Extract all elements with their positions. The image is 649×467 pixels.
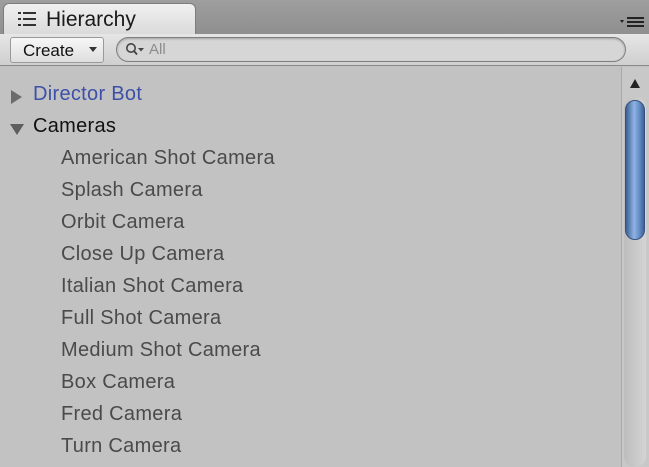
tree-item-fred-camera[interactable]: Fred Camera bbox=[0, 399, 621, 431]
tree-item-label: Turn Camera bbox=[61, 435, 182, 457]
search-field[interactable] bbox=[116, 37, 626, 62]
tree-item-label: Cameras bbox=[33, 115, 117, 137]
search-input[interactable] bbox=[149, 39, 609, 59]
tree-item-label: Box Camera bbox=[61, 371, 176, 393]
collapse-arrow-icon[interactable] bbox=[10, 124, 24, 135]
tab-bar: Hierarchy bbox=[0, 0, 649, 36]
expand-arrow-icon[interactable] bbox=[11, 90, 22, 104]
toolbar: Create bbox=[0, 34, 649, 66]
tree-item-cameras[interactable]: Cameras bbox=[0, 111, 621, 143]
list-icon bbox=[18, 12, 36, 26]
tree-item-box-camera[interactable]: Box Camera bbox=[0, 367, 621, 399]
tree-item-label: Close Up Camera bbox=[61, 243, 225, 265]
create-button-label: Create bbox=[23, 41, 75, 60]
tree-item-orbit-camera[interactable]: Orbit Camera bbox=[0, 207, 621, 239]
scroll-up-arrow-icon[interactable] bbox=[630, 79, 640, 88]
hierarchy-window: Hierarchy Create Director Bot bbox=[0, 0, 649, 467]
vertical-scrollbar[interactable] bbox=[621, 67, 649, 467]
search-icon[interactable] bbox=[125, 42, 147, 58]
tree-item-label: Fred Camera bbox=[61, 403, 183, 425]
tree-item-label: American Shot Camera bbox=[61, 147, 275, 169]
hierarchy-tree: Director Bot Cameras American Shot Camer… bbox=[0, 67, 621, 467]
tree-item-full-shot-camera[interactable]: Full Shot Camera bbox=[0, 303, 621, 335]
tab-hierarchy[interactable]: Hierarchy bbox=[3, 3, 196, 36]
tree-item-close-up-camera[interactable]: Close Up Camera bbox=[0, 239, 621, 271]
tree-item-turn-camera[interactable]: Turn Camera bbox=[0, 431, 621, 463]
tree-item-label: Director Bot bbox=[33, 83, 143, 105]
tree-item-label: Splash Camera bbox=[61, 179, 203, 201]
panel-menu-icon[interactable] bbox=[619, 14, 645, 30]
tab-title: Hierarchy bbox=[46, 8, 136, 31]
tree-item-splash-camera[interactable]: Splash Camera bbox=[0, 175, 621, 207]
tree-item-label: Orbit Camera bbox=[61, 211, 185, 233]
tree-item-american-shot-camera[interactable]: American Shot Camera bbox=[0, 143, 621, 175]
tree-item-medium-shot-camera[interactable]: Medium Shot Camera bbox=[0, 335, 621, 367]
tree-item-label: Full Shot Camera bbox=[61, 307, 222, 329]
chevron-down-icon bbox=[89, 47, 97, 52]
tree-item-director-bot[interactable]: Director Bot bbox=[0, 79, 621, 111]
scroll-thumb[interactable] bbox=[625, 100, 645, 240]
create-button[interactable]: Create bbox=[10, 37, 104, 63]
tree-item-italian-shot-camera[interactable]: Italian Shot Camera bbox=[0, 271, 621, 303]
tree-item-label: Medium Shot Camera bbox=[61, 339, 261, 361]
tree-item-label: Italian Shot Camera bbox=[61, 275, 244, 297]
